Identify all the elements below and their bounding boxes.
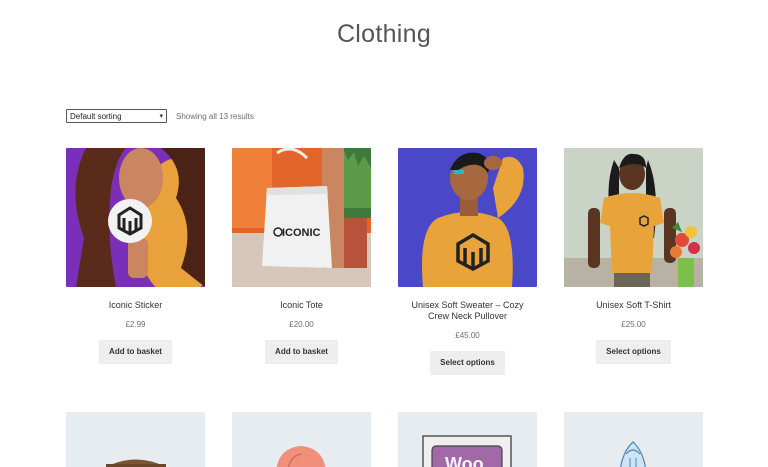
product-card: ICONIC Iconic Tote £20.00 Add to basket: [232, 148, 371, 364]
product-card: Unisex Soft Sweater – Cozy Crew Neck Pul…: [398, 148, 537, 375]
product-title[interactable]: Iconic Tote: [232, 300, 371, 311]
sort-selected-value: Default sorting: [70, 111, 122, 121]
product-image[interactable]: [66, 412, 205, 467]
sort-select[interactable]: Default sorting ▾: [66, 109, 167, 123]
page-title: Clothing: [336, 20, 432, 48]
svg-text:Woo: Woo: [445, 454, 484, 467]
select-options-button[interactable]: Select options: [430, 351, 505, 375]
product-image[interactable]: [564, 412, 703, 467]
shop-toolbar: Default sorting ▾ Showing all 13 results: [66, 109, 254, 123]
product-title[interactable]: Unisex Soft T-Shirt: [564, 300, 703, 311]
product-image[interactable]: [232, 412, 371, 467]
chevron-down-icon: ▾: [159, 113, 163, 120]
product-image[interactable]: ICONIC: [232, 148, 371, 287]
product-image[interactable]: [66, 148, 205, 287]
add-to-basket-button[interactable]: Add to basket: [265, 340, 338, 364]
product-price: £45.00: [455, 331, 480, 340]
product-price: £20.00: [289, 320, 314, 329]
product-title[interactable]: Iconic Sticker: [66, 300, 205, 311]
svg-text:ICONIC: ICONIC: [282, 227, 321, 239]
product-card: Iconic Sticker £2.99 Add to basket: [66, 148, 205, 364]
shop-page: Clothing Default sorting ▾ Showing all 1…: [0, 0, 768, 467]
product-card: Unisex Soft T-Shirt £25.00 Select option…: [564, 148, 703, 364]
product-image[interactable]: [398, 148, 537, 287]
select-options-button[interactable]: Select options: [596, 340, 671, 364]
product-image[interactable]: [564, 148, 703, 287]
product-price: £25.00: [621, 320, 646, 329]
product-image[interactable]: Woo: [398, 412, 537, 467]
result-count: Showing all 13 results: [176, 111, 254, 121]
add-to-basket-button[interactable]: Add to basket: [99, 340, 172, 364]
product-title[interactable]: Unisex Soft Sweater – Cozy Crew Neck Pul…: [398, 300, 537, 322]
product-price: £2.99: [125, 320, 146, 329]
